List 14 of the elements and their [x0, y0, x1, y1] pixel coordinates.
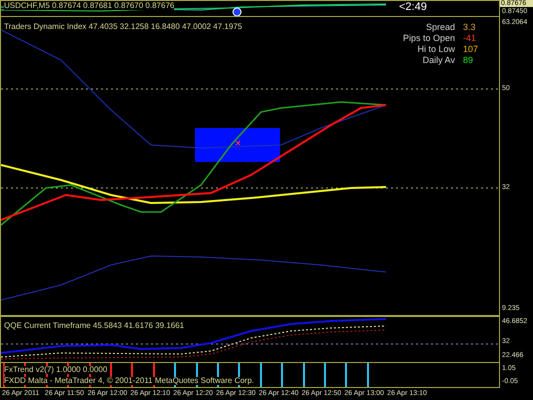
- bar-timer: <2:49: [399, 2, 427, 13]
- indicator-title: QQE Current Timeframe 45.5843 41.6176 39.1661: [4, 322, 184, 330]
- copyright-text: FXDD Malta - MetaTrader 4, © 2001-2011 MetaQuotes Software Corp.: [4, 377, 254, 385]
- info-value: -41: [463, 34, 478, 43]
- info-label: Daily Av: [422, 56, 455, 65]
- info-label: Spread: [424, 23, 455, 32]
- indicator-title: Traders Dynamic Index 47.4035 32.1258 16.8480 47.0002 47.1975: [4, 23, 242, 31]
- info-value: 89: [463, 56, 474, 65]
- info-value: 107: [463, 45, 480, 54]
- symbol-title: USDCHF,M5 0.87674 0.87681 0.87670 0.87676: [4, 2, 174, 10]
- indicator-title: FxTrend v2(7) 1.0000 0.0000: [4, 366, 108, 374]
- info-value: 3.3: [463, 23, 477, 32]
- info-label: Pips to Open: [402, 34, 455, 43]
- info-label: Hi to Low: [416, 45, 455, 54]
